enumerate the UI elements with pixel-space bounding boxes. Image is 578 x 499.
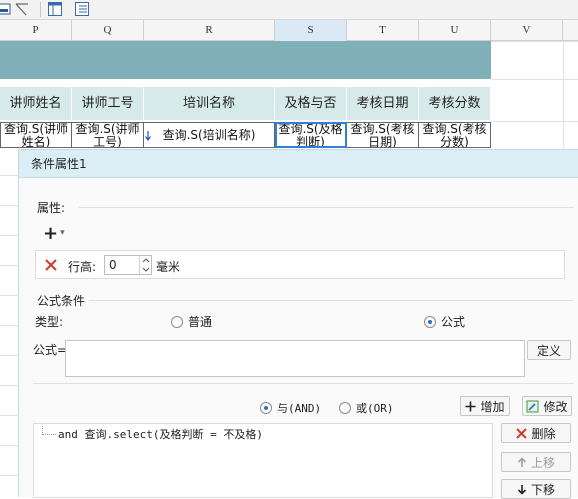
edit-icon bbox=[526, 400, 539, 412]
type-option-formula-label: 公式 bbox=[441, 315, 466, 329]
type-option-normal[interactable]: 普通 bbox=[171, 313, 212, 330]
stepper-up-icon[interactable] bbox=[142, 258, 150, 263]
data-cell-lecturer-name[interactable]: 查询.S(讲师姓名) bbox=[0, 122, 72, 148]
formula-label: 公式= bbox=[33, 343, 68, 357]
tree-line bbox=[42, 434, 56, 435]
move-up-button[interactable]: 上移 bbox=[501, 452, 571, 472]
toolbar bbox=[0, 0, 578, 20]
property-section-label: 属性: bbox=[37, 201, 66, 215]
header-cell-exam-date[interactable]: 考核日期 bbox=[347, 87, 419, 120]
grid-line bbox=[491, 79, 578, 80]
remove-property-icon[interactable] bbox=[44, 258, 58, 272]
move-up-label: 上移 bbox=[530, 455, 555, 470]
data-cell-exam-date[interactable]: 查询.S(考核日期) bbox=[347, 122, 419, 148]
list-view-icon[interactable] bbox=[74, 1, 90, 17]
title-band[interactable] bbox=[0, 41, 491, 79]
move-down-button[interactable]: 下移 bbox=[501, 479, 571, 499]
logic-and-option[interactable]: 与(AND) bbox=[260, 400, 321, 416]
add-property-dropdown[interactable]: + ▾ bbox=[43, 222, 75, 244]
header-cell-exam-score[interactable]: 考核分数 bbox=[419, 87, 491, 120]
toolbar-divider bbox=[40, 2, 41, 17]
delete-condition-label: 删除 bbox=[531, 426, 556, 441]
add-condition-label: 增加 bbox=[480, 399, 505, 414]
section-divider bbox=[89, 300, 574, 301]
logic-or-option[interactable]: 或(OR) bbox=[339, 400, 394, 416]
column-header-v[interactable]: V bbox=[491, 20, 563, 41]
header-cell-lecturer-id[interactable]: 讲师工号 bbox=[72, 87, 144, 120]
column-header-u[interactable]: U bbox=[419, 20, 491, 41]
modify-condition-button[interactable]: 修改 bbox=[522, 396, 572, 416]
move-down-label: 下移 bbox=[530, 482, 555, 497]
define-button[interactable]: 定义 bbox=[527, 340, 571, 360]
column-header-r[interactable]: R bbox=[144, 20, 275, 41]
radio-or[interactable] bbox=[339, 402, 351, 414]
row-height-input[interactable]: 0 bbox=[104, 255, 152, 275]
image-icon[interactable] bbox=[0, 1, 12, 17]
add-condition-button[interactable]: 增加 bbox=[460, 396, 510, 416]
data-cell-training-name[interactable]: 查询.S(培训名称) bbox=[144, 122, 275, 148]
section-divider bbox=[79, 207, 574, 208]
plus-icon bbox=[465, 401, 476, 411]
row-height-property-row: 行高: 0 毫米 bbox=[35, 250, 565, 279]
grid-line bbox=[563, 41, 564, 149]
column-header-t[interactable]: T bbox=[347, 20, 419, 41]
radio-and[interactable] bbox=[260, 402, 272, 414]
condition-list-item[interactable]: and 查询.select(及格判断 = 不及格) bbox=[58, 426, 263, 442]
layout-icon[interactable] bbox=[47, 1, 63, 17]
radio-normal[interactable] bbox=[171, 315, 183, 328]
panel-title: 条件属性1 bbox=[19, 150, 578, 178]
type-label: 类型: bbox=[35, 315, 64, 329]
cursor-icon[interactable] bbox=[14, 1, 30, 17]
delete-icon bbox=[516, 427, 528, 439]
delete-condition-button[interactable]: 删除 bbox=[501, 423, 571, 443]
column-header-bar: P Q R S T U V bbox=[0, 20, 578, 41]
chevron-down-icon: ▾ bbox=[60, 228, 65, 238]
header-cell-pass-fail[interactable]: 及格与否 bbox=[275, 87, 347, 120]
column-header-p[interactable]: P bbox=[0, 20, 72, 41]
grid-line bbox=[491, 41, 578, 42]
modify-condition-label: 修改 bbox=[543, 399, 568, 414]
stepper-down-icon[interactable] bbox=[142, 267, 150, 272]
type-option-formula[interactable]: 公式 bbox=[424, 313, 465, 330]
formula-input[interactable] bbox=[65, 340, 525, 377]
column-header-s[interactable]: S bbox=[275, 20, 347, 41]
column-header-q[interactable]: Q bbox=[72, 20, 144, 41]
data-cell-exam-score[interactable]: 查询.S(考核分数) bbox=[419, 122, 491, 148]
spreadsheet-grid: 讲师姓名 讲师工号 培训名称 及格与否 考核日期 考核分数 查询.S(讲师姓名)… bbox=[0, 41, 578, 149]
row-height-unit: 毫米 bbox=[156, 260, 181, 274]
type-option-normal-label: 普通 bbox=[188, 315, 213, 329]
add-icon: + bbox=[43, 222, 59, 244]
expand-arrow-icon bbox=[145, 131, 151, 141]
arrow-down-icon bbox=[517, 484, 527, 495]
formula-condition-section-label: 公式条件 bbox=[37, 294, 86, 308]
condition-list[interactable]: and 查询.select(及格判断 = 不及格) bbox=[33, 423, 493, 498]
radio-formula[interactable] bbox=[424, 315, 436, 328]
row-height-stepper[interactable] bbox=[139, 256, 151, 274]
data-cell-lecturer-id[interactable]: 查询.S(讲师工号) bbox=[72, 122, 144, 148]
row-height-value: 0 bbox=[109, 258, 117, 272]
section-divider bbox=[33, 383, 574, 384]
data-cell-pass-fail[interactable]: 查询.S(及格判断) bbox=[275, 122, 347, 148]
logic-and-label: 与(AND) bbox=[277, 402, 322, 415]
row-height-label: 行高: bbox=[68, 260, 97, 274]
row-gutter bbox=[0, 149, 18, 497]
header-cell-lecturer-name[interactable]: 讲师姓名 bbox=[0, 87, 72, 120]
arrow-up-icon bbox=[517, 456, 527, 467]
logic-or-label: 或(OR) bbox=[356, 402, 394, 415]
condition-properties-panel: 条件属性1 属性: + ▾ 行高: 0 毫米 公式条件 类型: 普通 公式 公式… bbox=[18, 149, 578, 499]
grid-line bbox=[491, 121, 578, 122]
header-cell-training-name[interactable]: 培训名称 bbox=[144, 87, 275, 120]
